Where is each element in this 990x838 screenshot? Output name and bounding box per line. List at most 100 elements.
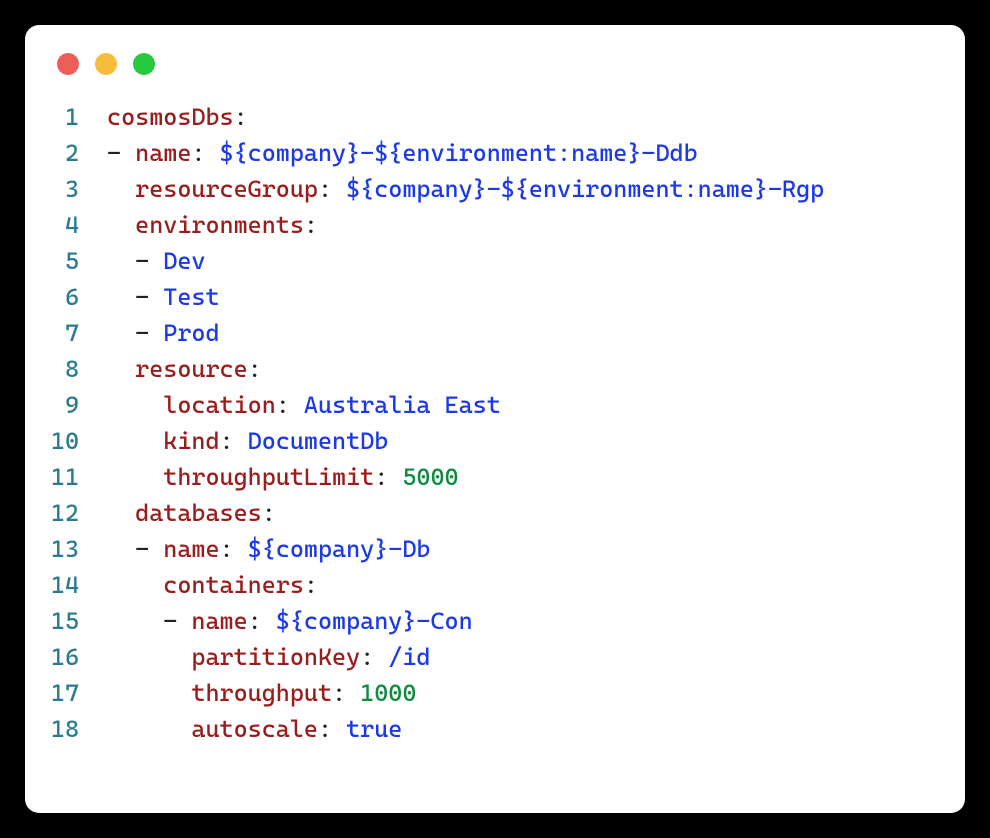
token-plain — [107, 643, 191, 671]
token-key: name — [135, 139, 191, 167]
token-punct: : — [191, 139, 219, 167]
code-line: 16 partitionKey: /id — [25, 639, 965, 675]
code-window: 1cosmosDbs:2- name: ${company}-${environ… — [25, 25, 965, 813]
line-number: 18 — [25, 711, 107, 747]
token-punct: : — [220, 535, 248, 563]
token-punct: : — [220, 427, 248, 455]
token-plain — [107, 715, 191, 743]
token-str: ${company}-Con — [276, 607, 473, 635]
token-plain: - — [107, 247, 163, 275]
code-content: - Prod — [107, 315, 965, 351]
line-number: 2 — [25, 135, 107, 171]
code-content: resource: — [107, 351, 965, 387]
token-key: location — [163, 391, 276, 419]
code-line: 5 - Dev — [25, 243, 965, 279]
token-str: ${company}-Db — [248, 535, 431, 563]
line-number: 11 — [25, 459, 107, 495]
code-line: 17 throughput: 1000 — [25, 675, 965, 711]
token-key: autoscale — [191, 715, 318, 743]
code-line: 1cosmosDbs: — [25, 99, 965, 135]
token-punct: : — [360, 643, 388, 671]
window-titlebar — [25, 25, 965, 91]
line-number: 7 — [25, 315, 107, 351]
line-number: 14 — [25, 567, 107, 603]
token-punct: : — [332, 679, 360, 707]
token-plain: - — [107, 607, 191, 635]
token-str: Test — [163, 283, 219, 311]
line-number: 6 — [25, 279, 107, 315]
code-line: 3 resourceGroup: ${company}-${environmen… — [25, 171, 965, 207]
token-plain — [107, 679, 191, 707]
line-number: 12 — [25, 495, 107, 531]
token-num: 5000 — [402, 463, 458, 491]
code-content: - Test — [107, 279, 965, 315]
token-plain — [107, 355, 135, 383]
line-number: 3 — [25, 171, 107, 207]
code-content: - name: ${company}-Db — [107, 531, 965, 567]
token-key: name — [191, 607, 247, 635]
token-punct: : — [304, 211, 318, 239]
line-number: 10 — [25, 423, 107, 459]
minimize-icon[interactable] — [95, 53, 117, 75]
token-str: ${company}-${environment:name}-Rgp — [346, 175, 824, 203]
line-number: 15 — [25, 603, 107, 639]
code-line: 14 containers: — [25, 567, 965, 603]
token-key: throughput — [191, 679, 332, 707]
code-line: 15 - name: ${company}-Con — [25, 603, 965, 639]
token-str: Prod — [163, 319, 219, 347]
token-str: ${company}-${environment:name}-Ddb — [220, 139, 698, 167]
line-number: 9 — [25, 387, 107, 423]
code-line: 11 throughputLimit: 5000 — [25, 459, 965, 495]
token-key: resourceGroup — [135, 175, 318, 203]
token-punct: : — [318, 175, 346, 203]
code-content: - name: ${company}-Con — [107, 603, 965, 639]
token-key: resource — [135, 355, 248, 383]
token-plain — [107, 175, 135, 203]
token-punct: : — [276, 391, 304, 419]
token-punct: : — [374, 463, 402, 491]
token-num: 1000 — [360, 679, 416, 707]
code-line: 6 - Test — [25, 279, 965, 315]
code-content: cosmosDbs: — [107, 99, 965, 135]
token-key: throughputLimit — [163, 463, 374, 491]
token-str: DocumentDb — [248, 427, 389, 455]
line-number: 16 — [25, 639, 107, 675]
token-punct: : — [248, 607, 276, 635]
token-plain — [107, 499, 135, 527]
code-line: 7 - Prod — [25, 315, 965, 351]
code-content: databases: — [107, 495, 965, 531]
token-plain: - — [107, 283, 163, 311]
code-line: 4 environments: — [25, 207, 965, 243]
code-line: 13 - name: ${company}-Db — [25, 531, 965, 567]
code-content: autoscale: true — [107, 711, 965, 747]
token-punct: : — [304, 571, 318, 599]
code-content: - name: ${company}-${environment:name}-D… — [107, 135, 965, 171]
maximize-icon[interactable] — [133, 53, 155, 75]
token-punct: : — [262, 499, 276, 527]
line-number: 8 — [25, 351, 107, 387]
code-line: 10 kind: DocumentDb — [25, 423, 965, 459]
token-punct: : — [234, 103, 248, 131]
code-content: - Dev — [107, 243, 965, 279]
token-str: /id — [388, 643, 430, 671]
code-content: throughput: 1000 — [107, 675, 965, 711]
code-line: 2- name: ${company}-${environment:name}-… — [25, 135, 965, 171]
close-icon[interactable] — [57, 53, 79, 75]
token-plain — [107, 427, 163, 455]
code-content: containers: — [107, 567, 965, 603]
token-key: cosmosDbs — [107, 103, 234, 131]
token-punct: : — [318, 715, 346, 743]
code-area[interactable]: 1cosmosDbs:2- name: ${company}-${environ… — [25, 91, 965, 771]
line-number: 13 — [25, 531, 107, 567]
token-str: Dev — [163, 247, 205, 275]
token-key: name — [163, 535, 219, 563]
token-str: Australia East — [304, 391, 501, 419]
code-content: environments: — [107, 207, 965, 243]
line-number: 5 — [25, 243, 107, 279]
line-number: 4 — [25, 207, 107, 243]
token-key: containers — [163, 571, 304, 599]
token-bool: true — [346, 715, 402, 743]
code-line: 12 databases: — [25, 495, 965, 531]
token-plain — [107, 391, 163, 419]
code-content: kind: DocumentDb — [107, 423, 965, 459]
